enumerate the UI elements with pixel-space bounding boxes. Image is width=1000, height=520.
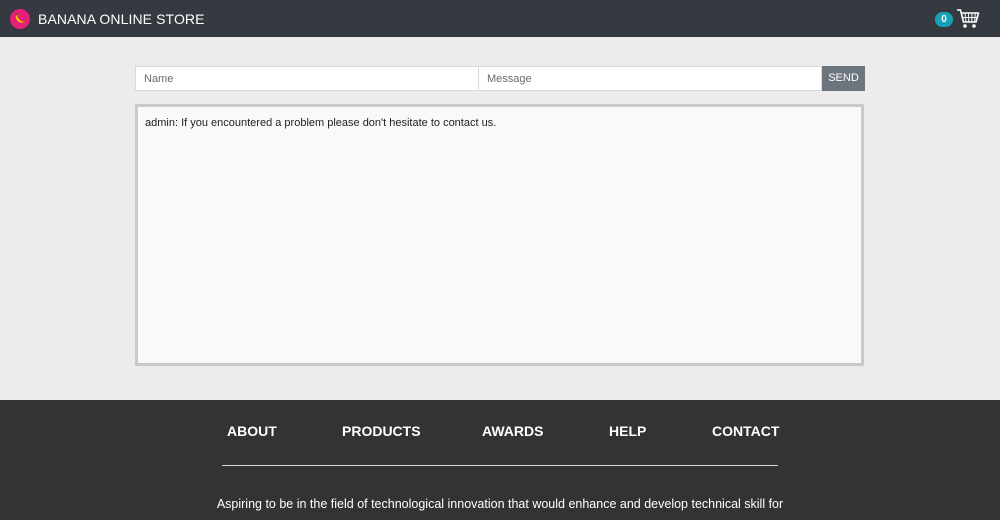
footer-link-help[interactable]: HELP <box>609 423 646 439</box>
cart-count-badge: 0 <box>935 12 953 27</box>
brand-link[interactable]: BANANA ONLINE STORE <box>10 8 205 29</box>
footer-description: Aspiring to be in the field of technolog… <box>216 497 784 511</box>
name-input[interactable] <box>135 66 479 91</box>
footer-divider <box>222 465 778 466</box>
chat-message: admin: If you encountered a problem plea… <box>145 117 497 129</box>
shopping-cart-icon[interactable] <box>956 8 980 30</box>
footer-link-awards[interactable]: AWARDS <box>482 423 543 439</box>
top-navbar: BANANA ONLINE STORE 0 <box>0 0 1000 37</box>
banana-logo-icon <box>10 8 30 29</box>
send-button[interactable]: SEND <box>822 66 865 91</box>
chat-messages-box[interactable]: admin: If you encountered a problem plea… <box>135 104 864 366</box>
footer-link-contact[interactable]: CONTACT <box>712 423 779 439</box>
message-input[interactable] <box>478 66 822 91</box>
brand-name: BANANA ONLINE STORE <box>38 10 205 27</box>
footer-link-products[interactable]: PRODUCTS <box>342 423 421 439</box>
footer-link-about[interactable]: ABOUT <box>227 423 277 439</box>
footer: ABOUT PRODUCTS AWARDS HELP CONTACT Aspir… <box>0 400 1000 520</box>
